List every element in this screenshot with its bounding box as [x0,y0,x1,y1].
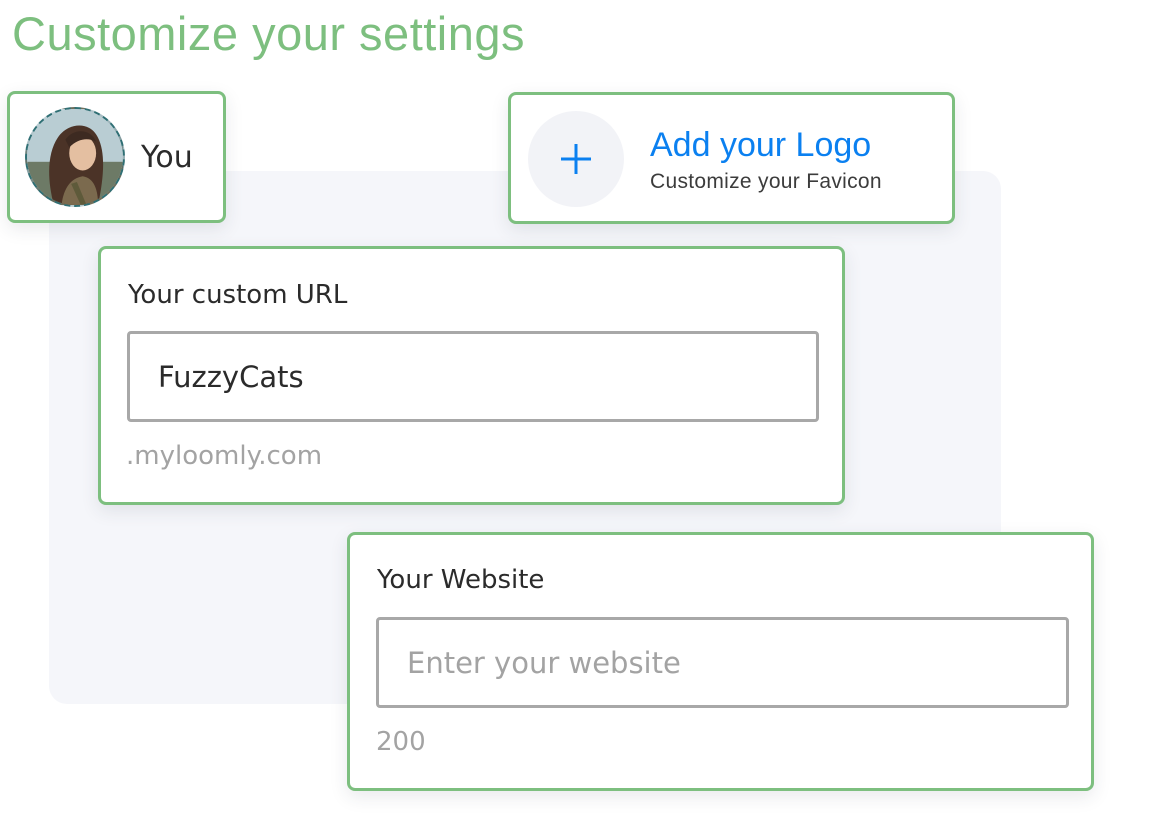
custom-url-input[interactable] [127,331,819,422]
website-char-limit: 200 [376,727,426,757]
custom-url-card: Your custom URL .myloomly.com [98,246,845,505]
website-card: Your Website 200 [347,532,1094,791]
profile-name: You [141,140,193,175]
website-label: Your Website [377,565,545,595]
add-logo-subtitle: Customize your Favicon [650,170,882,193]
profile-chip[interactable]: You [7,91,226,223]
add-logo-title[interactable]: Add your Logo [650,125,871,165]
page-title: Customize your settings [12,7,526,60]
custom-url-domain-suffix: .myloomly.com [126,441,323,471]
plus-icon [561,144,591,174]
add-logo-card[interactable]: Add your Logo Customize your Favicon [508,92,955,224]
website-input[interactable] [376,617,1069,708]
avatar[interactable] [25,107,125,207]
user-avatar-photo-icon [27,109,123,205]
custom-url-label: Your custom URL [128,280,348,310]
add-logo-button[interactable] [528,111,624,207]
